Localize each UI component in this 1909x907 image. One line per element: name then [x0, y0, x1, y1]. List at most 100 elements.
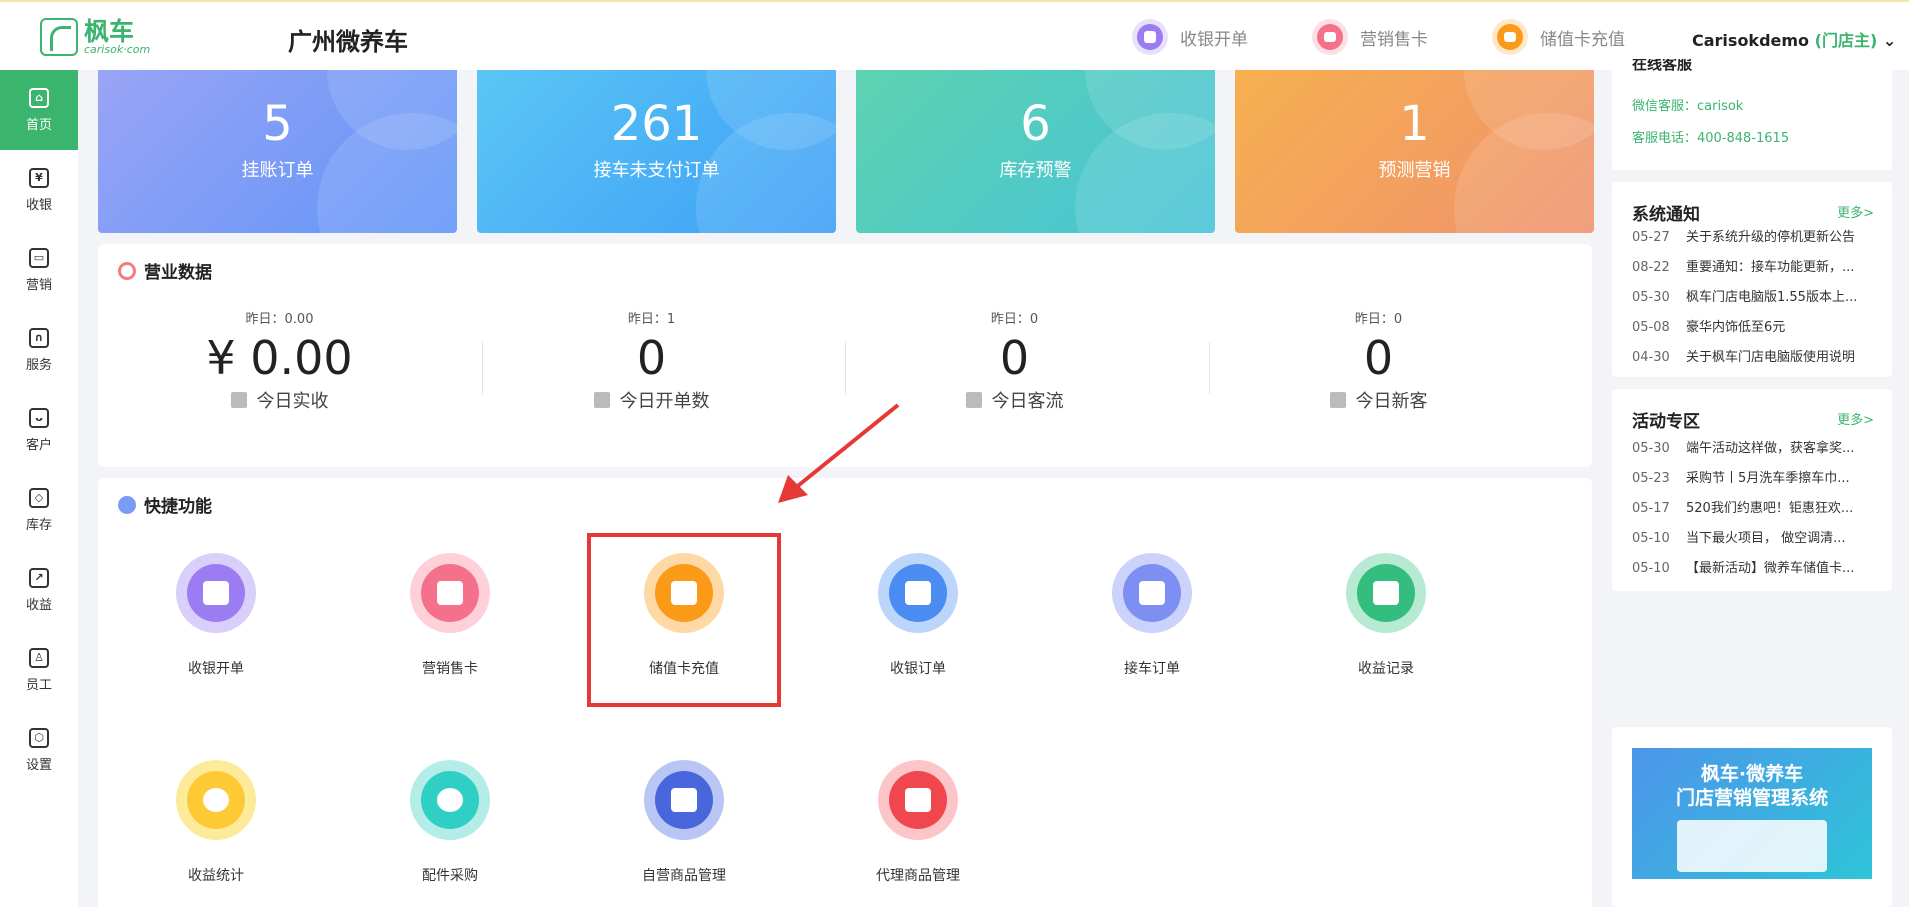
- annotation-arrow-icon: [778, 403, 900, 503]
- top-action-recharge[interactable]: 储值卡充值: [1492, 19, 1625, 55]
- banner-line1: 枫车·微养车: [1700, 763, 1804, 785]
- service-phone[interactable]: 客服电话：400-848-1615: [1632, 127, 1789, 146]
- card-value: 5: [262, 96, 293, 152]
- quick-label: 收益统计: [188, 868, 244, 884]
- stat-yesterday: 昨日：0.00: [245, 312, 314, 327]
- quick-revenue-stats[interactable]: 收益统计: [126, 760, 306, 885]
- quick-cashier-orders[interactable]: 收银订单: [828, 553, 1008, 678]
- item-date: 04-30: [1632, 350, 1670, 365]
- promo-banner[interactable]: 枫车·微养车 门店营销管理系统: [1632, 748, 1872, 879]
- gear-icon: ⬡: [29, 727, 49, 748]
- card-value: 1: [1399, 96, 1430, 152]
- sidebar-item-service[interactable]: ∩ 服务: [0, 310, 78, 390]
- stat-value: ¥ 0.00: [206, 331, 353, 385]
- quick-parts-purchase[interactable]: 配件采购: [360, 760, 540, 885]
- item-date: 05-17: [1632, 501, 1670, 516]
- item-text: 重要通知：接车功能更新，...: [1686, 260, 1855, 275]
- more-link[interactable]: 更多>: [1837, 409, 1874, 428]
- user-menu[interactable]: Carisokdemo (门店主) ⌄: [1692, 27, 1896, 51]
- list-item[interactable]: 08-22 重要通知：接车功能更新，...: [1632, 256, 1872, 275]
- grid-icon: [118, 495, 136, 514]
- sidebar-item-staff[interactable]: ♙ 员工: [0, 630, 78, 710]
- stat-label: 今日客流: [991, 391, 1064, 412]
- logo-name: 枫车: [84, 16, 135, 46]
- card-label: 预测营销: [1378, 160, 1451, 181]
- quick-functions-panel: 快捷功能 收银开单 营销售卡 储值卡充值 收银订单 接车订单 收益记录 收益统计…: [98, 478, 1592, 907]
- list-item[interactable]: 05-27 关于系统升级的停机更新公告: [1632, 226, 1872, 245]
- devices-image-icon: [1677, 820, 1827, 872]
- quick-revenue-records[interactable]: 收益记录: [1296, 553, 1476, 678]
- stat-label: 今日开单数: [619, 391, 710, 412]
- sidebar-item-inventory[interactable]: ◇ 库存: [0, 470, 78, 550]
- clock-icon: [118, 261, 136, 280]
- user-role: (门店主): [1814, 31, 1878, 50]
- edit-icon: [1144, 31, 1156, 43]
- item-text: 豪华内饰低至6元: [1686, 320, 1786, 335]
- list-item[interactable]: 05-08 豪华内饰低至6元: [1632, 316, 1872, 335]
- sidebar-item-marketing[interactable]: ▭ 营销: [0, 230, 78, 310]
- top-action-cashier[interactable]: 收银开单: [1132, 19, 1248, 55]
- sidebar: ⌂ 首页 ¥ 收银 ▭ 营销 ∩ 服务 ᴗ 客户 ◇ 库存 ↗ 收益 ♙ 员工 ⬡ 设置: [0, 70, 78, 907]
- list-item[interactable]: 05-30 枫车门店电脑版1.55版本上...: [1632, 286, 1872, 305]
- banner-line2: 门店营销管理系统: [1675, 787, 1828, 809]
- ticket-icon: ▭: [29, 247, 49, 268]
- quick-sell-card[interactable]: 营销售卡: [360, 553, 540, 678]
- quick-car-orders[interactable]: 接车订单: [1062, 553, 1242, 678]
- card-label: 接车未支付订单: [593, 160, 720, 181]
- list-item[interactable]: 05-17 520我们约惠吧！钜惠狂欢...: [1632, 497, 1872, 516]
- section-title: 快捷功能: [144, 497, 212, 517]
- sidebar-item-revenue[interactable]: ↗ 收益: [0, 550, 78, 630]
- stat-card-unpaid[interactable]: 261 接车未支付订单: [477, 70, 836, 233]
- top-action-sell-card[interactable]: 营销售卡: [1312, 19, 1428, 55]
- chart-line-icon: ↗: [29, 567, 49, 588]
- quick-own-products[interactable]: 自营商品管理: [594, 760, 774, 885]
- list-item[interactable]: 05-30 端午活动这样做，获客拿奖...: [1632, 437, 1872, 456]
- item-text: 关于枫车门店电脑版使用说明: [1686, 350, 1856, 365]
- list-item[interactable]: 04-30 关于枫车门店电脑版使用说明: [1632, 346, 1872, 365]
- item-date: 05-30: [1632, 290, 1670, 305]
- box-icon: ◇: [29, 487, 49, 508]
- growth-chart-icon: [1373, 581, 1399, 605]
- stat-label: 今日新客: [1355, 391, 1428, 412]
- staff-icon: ♙: [29, 647, 49, 668]
- quick-label: 营销售卡: [422, 661, 478, 677]
- customer-service-panel: 在线客服 微信客服：carisok 客服电话：400-848-1615: [1612, 55, 1892, 170]
- quick-label: 收益记录: [1358, 661, 1414, 677]
- item-date: 05-27: [1632, 230, 1670, 245]
- sidebar-item-label: 设置: [25, 757, 52, 773]
- sidebar-item-customer[interactable]: ᴗ 客户: [0, 390, 78, 470]
- item-text: 520我们约惠吧！钜惠狂欢...: [1686, 501, 1854, 516]
- card-icon: [1324, 32, 1336, 42]
- quick-agent-products[interactable]: 代理商品管理: [828, 760, 1008, 885]
- stat-card-stock-alert[interactable]: 6 库存预警: [856, 70, 1215, 233]
- shopping-bag-icon: [671, 788, 697, 812]
- item-text: 端午活动这样做，获客拿奖...: [1686, 441, 1855, 456]
- brand-logo[interactable]: 枫车 carisok·com: [40, 18, 150, 56]
- sidebar-item-settings[interactable]: ⬡ 设置: [0, 710, 78, 790]
- promo-banner-panel: 枫车·微养车 门店营销管理系统: [1612, 727, 1892, 907]
- user-name: Carisokdemo: [1692, 31, 1810, 50]
- more-link[interactable]: 更多>: [1837, 202, 1874, 221]
- stat-value: 0: [636, 331, 667, 385]
- item-text: 当下最火项目， 做空调清...: [1686, 531, 1846, 546]
- list-item[interactable]: 05-10 【最新活动】微养车储值卡...: [1632, 557, 1872, 576]
- stat-card-pending[interactable]: 5 挂账订单: [98, 70, 457, 233]
- sidebar-item-cashier[interactable]: ¥ 收银: [0, 150, 78, 230]
- list-item[interactable]: 05-23 采购节丨5月洗车季擦车巾...: [1632, 467, 1872, 486]
- sidebar-item-label: 收银: [25, 197, 52, 213]
- stat-yesterday: 昨日：0: [990, 312, 1039, 327]
- list-item[interactable]: 05-10 当下最火项目， 做空调清...: [1632, 527, 1872, 546]
- quick-label: 接车订单: [1124, 661, 1180, 677]
- stat-card-forecast[interactable]: 1 预测营销: [1235, 70, 1594, 233]
- top-action-label: 营销售卡: [1360, 29, 1428, 50]
- item-text: 关于系统升级的停机更新公告: [1686, 230, 1856, 245]
- store-name: 广州微养车: [288, 28, 408, 56]
- wechat-service[interactable]: 微信客服：carisok: [1632, 95, 1743, 114]
- top-action-label: 储值卡充值: [1540, 29, 1625, 50]
- card-icon: [437, 581, 463, 605]
- system-notices-panel: 系统通知 更多> 05-27 关于系统升级的停机更新公告 08-22 重要通知：接车…: [1612, 182, 1892, 377]
- quick-cashier[interactable]: 收银开单: [126, 553, 306, 678]
- document-icon: [593, 392, 610, 408]
- sidebar-item-home[interactable]: ⌂ 首页: [0, 70, 78, 150]
- hex-nut-icon: [437, 788, 463, 812]
